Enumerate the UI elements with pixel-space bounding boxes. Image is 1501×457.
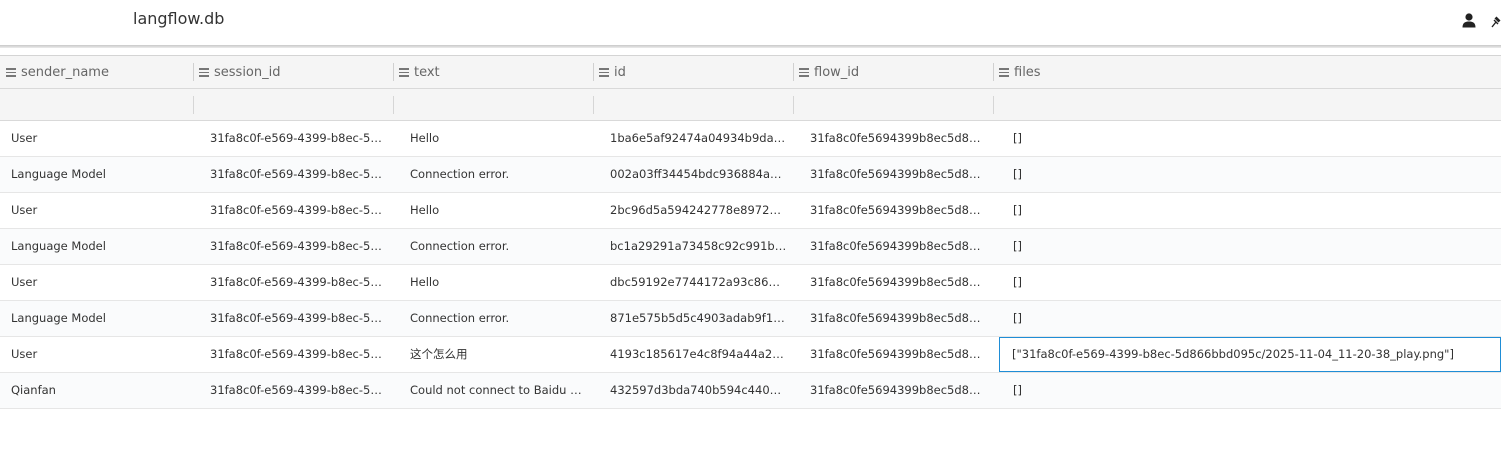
- window-title: langflow.db: [133, 9, 225, 28]
- column-header-sender-name[interactable]: sender_name: [6, 56, 109, 89]
- cell-text[interactable]: Connection error.: [410, 301, 587, 336]
- cell-id[interactable]: dbc59192e7744172a93c867463…: [610, 265, 787, 300]
- table-row[interactable]: Qianfan 31fa8c0f-e569-4399-b8ec-5d8… Could…: [0, 373, 1501, 409]
- cell-id[interactable]: 002a03ff34454bdc936884a813…: [610, 157, 787, 192]
- column-separator[interactable]: [793, 63, 794, 81]
- cell-files[interactable]: []: [1013, 157, 1495, 192]
- cell-session-id[interactable]: 31fa8c0f-e569-4399-b8ec-5d8…: [210, 337, 387, 372]
- cell-session-id[interactable]: 31fa8c0f-e569-4399-b8ec-5d8…: [210, 121, 387, 156]
- table-row[interactable]: Language Model 31fa8c0f-e569-4399-b8ec-5d…: [0, 157, 1501, 193]
- column-menu-icon[interactable]: [799, 68, 809, 77]
- table-row[interactable]: User 31fa8c0f-e569-4399-b8ec-5d8… Hello 2bc…: [0, 193, 1501, 229]
- column-separator[interactable]: [393, 63, 394, 81]
- column-separator[interactable]: [993, 63, 994, 81]
- cell-id[interactable]: 1ba6e5af92474a04934b9da26d…: [610, 121, 787, 156]
- column-header-files[interactable]: files: [999, 56, 1041, 89]
- column-header-flow-id[interactable]: flow_id: [799, 56, 859, 89]
- cell-sender-name[interactable]: User: [11, 337, 187, 372]
- cell-sender-name[interactable]: Language Model: [11, 301, 187, 336]
- column-header-text[interactable]: text: [399, 56, 440, 89]
- title-bar-shadow: [0, 45, 1501, 48]
- cell-id[interactable]: 432597d3bda740b594c440b34…: [610, 373, 787, 408]
- filter-cell-flow-id[interactable]: [793, 96, 993, 114]
- cell-files[interactable]: []: [1013, 229, 1495, 264]
- cell-id[interactable]: 4193c185617e4c8f94a44a2cab…: [610, 337, 787, 372]
- column-menu-icon[interactable]: [6, 68, 16, 77]
- cell-sender-name[interactable]: Qianfan: [11, 373, 187, 408]
- cell-sender-name[interactable]: Language Model: [11, 229, 187, 264]
- column-menu-icon[interactable]: [999, 68, 1009, 77]
- cell-session-id[interactable]: 31fa8c0f-e569-4399-b8ec-5d8…: [210, 265, 387, 300]
- title-bar: langflow.db: [0, 0, 1501, 46]
- cell-sender-name[interactable]: Language Model: [11, 157, 187, 192]
- cell-text[interactable]: Could not connect to Baidu Qia…: [410, 373, 587, 408]
- column-header-id[interactable]: id: [599, 56, 626, 89]
- table-row[interactable]: Language Model 31fa8c0f-e569-4399-b8ec-5d…: [0, 301, 1501, 337]
- column-menu-icon[interactable]: [199, 68, 209, 77]
- cell-session-id[interactable]: 31fa8c0f-e569-4399-b8ec-5d8…: [210, 157, 387, 192]
- cell-session-id[interactable]: 31fa8c0f-e569-4399-b8ec-5d8…: [210, 301, 387, 336]
- cell-sender-name[interactable]: User: [11, 193, 187, 228]
- cell-id[interactable]: 2bc96d5a594242778e8972348…: [610, 193, 787, 228]
- column-header-label: files: [1014, 65, 1041, 80]
- cell-id[interactable]: bc1a29291a73458c92c991b441…: [610, 229, 787, 264]
- cell-session-id[interactable]: 31fa8c0f-e569-4399-b8ec-5d8…: [210, 193, 387, 228]
- cell-flow-id[interactable]: 31fa8c0fe5694399b8ec5d866b…: [810, 157, 987, 192]
- column-header-label: text: [414, 65, 440, 80]
- table-row[interactable]: User 31fa8c0f-e569-4399-b8ec-5d8… 这个怎么用 419…: [0, 337, 1501, 373]
- column-header-session-id[interactable]: session_id: [199, 56, 281, 89]
- column-header-label: id: [614, 65, 626, 80]
- cell-flow-id[interactable]: 31fa8c0fe5694399b8ec5d866b…: [810, 193, 987, 228]
- cell-files[interactable]: ["31fa8c0f-e569-4399-b8ec-5d866bbd095c/2…: [999, 337, 1501, 372]
- cell-files[interactable]: []: [1013, 193, 1495, 228]
- cell-text[interactable]: Hello: [410, 193, 587, 228]
- table-row[interactable]: Language Model 31fa8c0f-e569-4399-b8ec-5d…: [0, 229, 1501, 265]
- cell-flow-id[interactable]: 31fa8c0fe5694399b8ec5d866b…: [810, 121, 987, 156]
- cell-text[interactable]: Hello: [410, 265, 587, 300]
- table-row[interactable]: User 31fa8c0f-e569-4399-b8ec-5d8… Hello 1ba…: [0, 121, 1501, 157]
- cell-sender-name[interactable]: User: [11, 121, 187, 156]
- user-icon[interactable]: [1461, 12, 1477, 28]
- cell-files[interactable]: []: [1013, 373, 1495, 408]
- cell-flow-id[interactable]: 31fa8c0fe5694399b8ec5d866b…: [810, 265, 987, 300]
- column-header-label: flow_id: [814, 65, 860, 80]
- column-menu-icon[interactable]: [399, 68, 409, 77]
- cell-session-id[interactable]: 31fa8c0f-e569-4399-b8ec-5d8…: [210, 229, 387, 264]
- cell-flow-id[interactable]: 31fa8c0fe5694399b8ec5d866b…: [810, 373, 987, 408]
- cell-files[interactable]: []: [1013, 121, 1495, 156]
- header-row: sender_name session_id text id flow_id files: [0, 56, 1501, 89]
- cell-sender-name[interactable]: User: [11, 265, 187, 300]
- cell-text[interactable]: Hello: [410, 121, 587, 156]
- grid-body: User 31fa8c0f-e569-4399-b8ec-5d8… Hello 1ba…: [0, 121, 1501, 409]
- column-separator[interactable]: [193, 63, 194, 81]
- pin-icon[interactable]: [1490, 14, 1501, 28]
- cell-flow-id[interactable]: 31fa8c0fe5694399b8ec5d866b…: [810, 301, 987, 336]
- filter-cell-text[interactable]: [393, 96, 593, 114]
- column-menu-icon[interactable]: [599, 68, 609, 77]
- column-header-label: sender_name: [21, 65, 109, 80]
- cell-flow-id[interactable]: 31fa8c0fe5694399b8ec5d866b…: [810, 229, 987, 264]
- filter-row: [0, 89, 1501, 121]
- cell-files[interactable]: []: [1013, 265, 1495, 300]
- filter-cell-files[interactable]: [993, 96, 1501, 114]
- cell-session-id[interactable]: 31fa8c0f-e569-4399-b8ec-5d8…: [210, 373, 387, 408]
- filter-cell-id[interactable]: [593, 96, 793, 114]
- table-row[interactable]: User 31fa8c0f-e569-4399-b8ec-5d8… Hello dbc…: [0, 265, 1501, 301]
- cell-id[interactable]: 871e575b5d5c4903adab9f1b4b…: [610, 301, 787, 336]
- filter-cell-session-id[interactable]: [193, 96, 393, 114]
- cell-flow-id[interactable]: 31fa8c0fe5694399b8ec5d866b…: [810, 337, 987, 372]
- cell-text[interactable]: Connection error.: [410, 157, 587, 192]
- column-header-label: session_id: [214, 65, 281, 80]
- cell-text[interactable]: Connection error.: [410, 229, 587, 264]
- cell-files[interactable]: []: [1013, 301, 1495, 336]
- filter-cell-sender-name[interactable]: [0, 96, 193, 114]
- cell-text[interactable]: 这个怎么用: [410, 337, 587, 372]
- data-grid: sender_name session_id text id flow_id files …: [0, 55, 1501, 409]
- column-separator[interactable]: [593, 63, 594, 81]
